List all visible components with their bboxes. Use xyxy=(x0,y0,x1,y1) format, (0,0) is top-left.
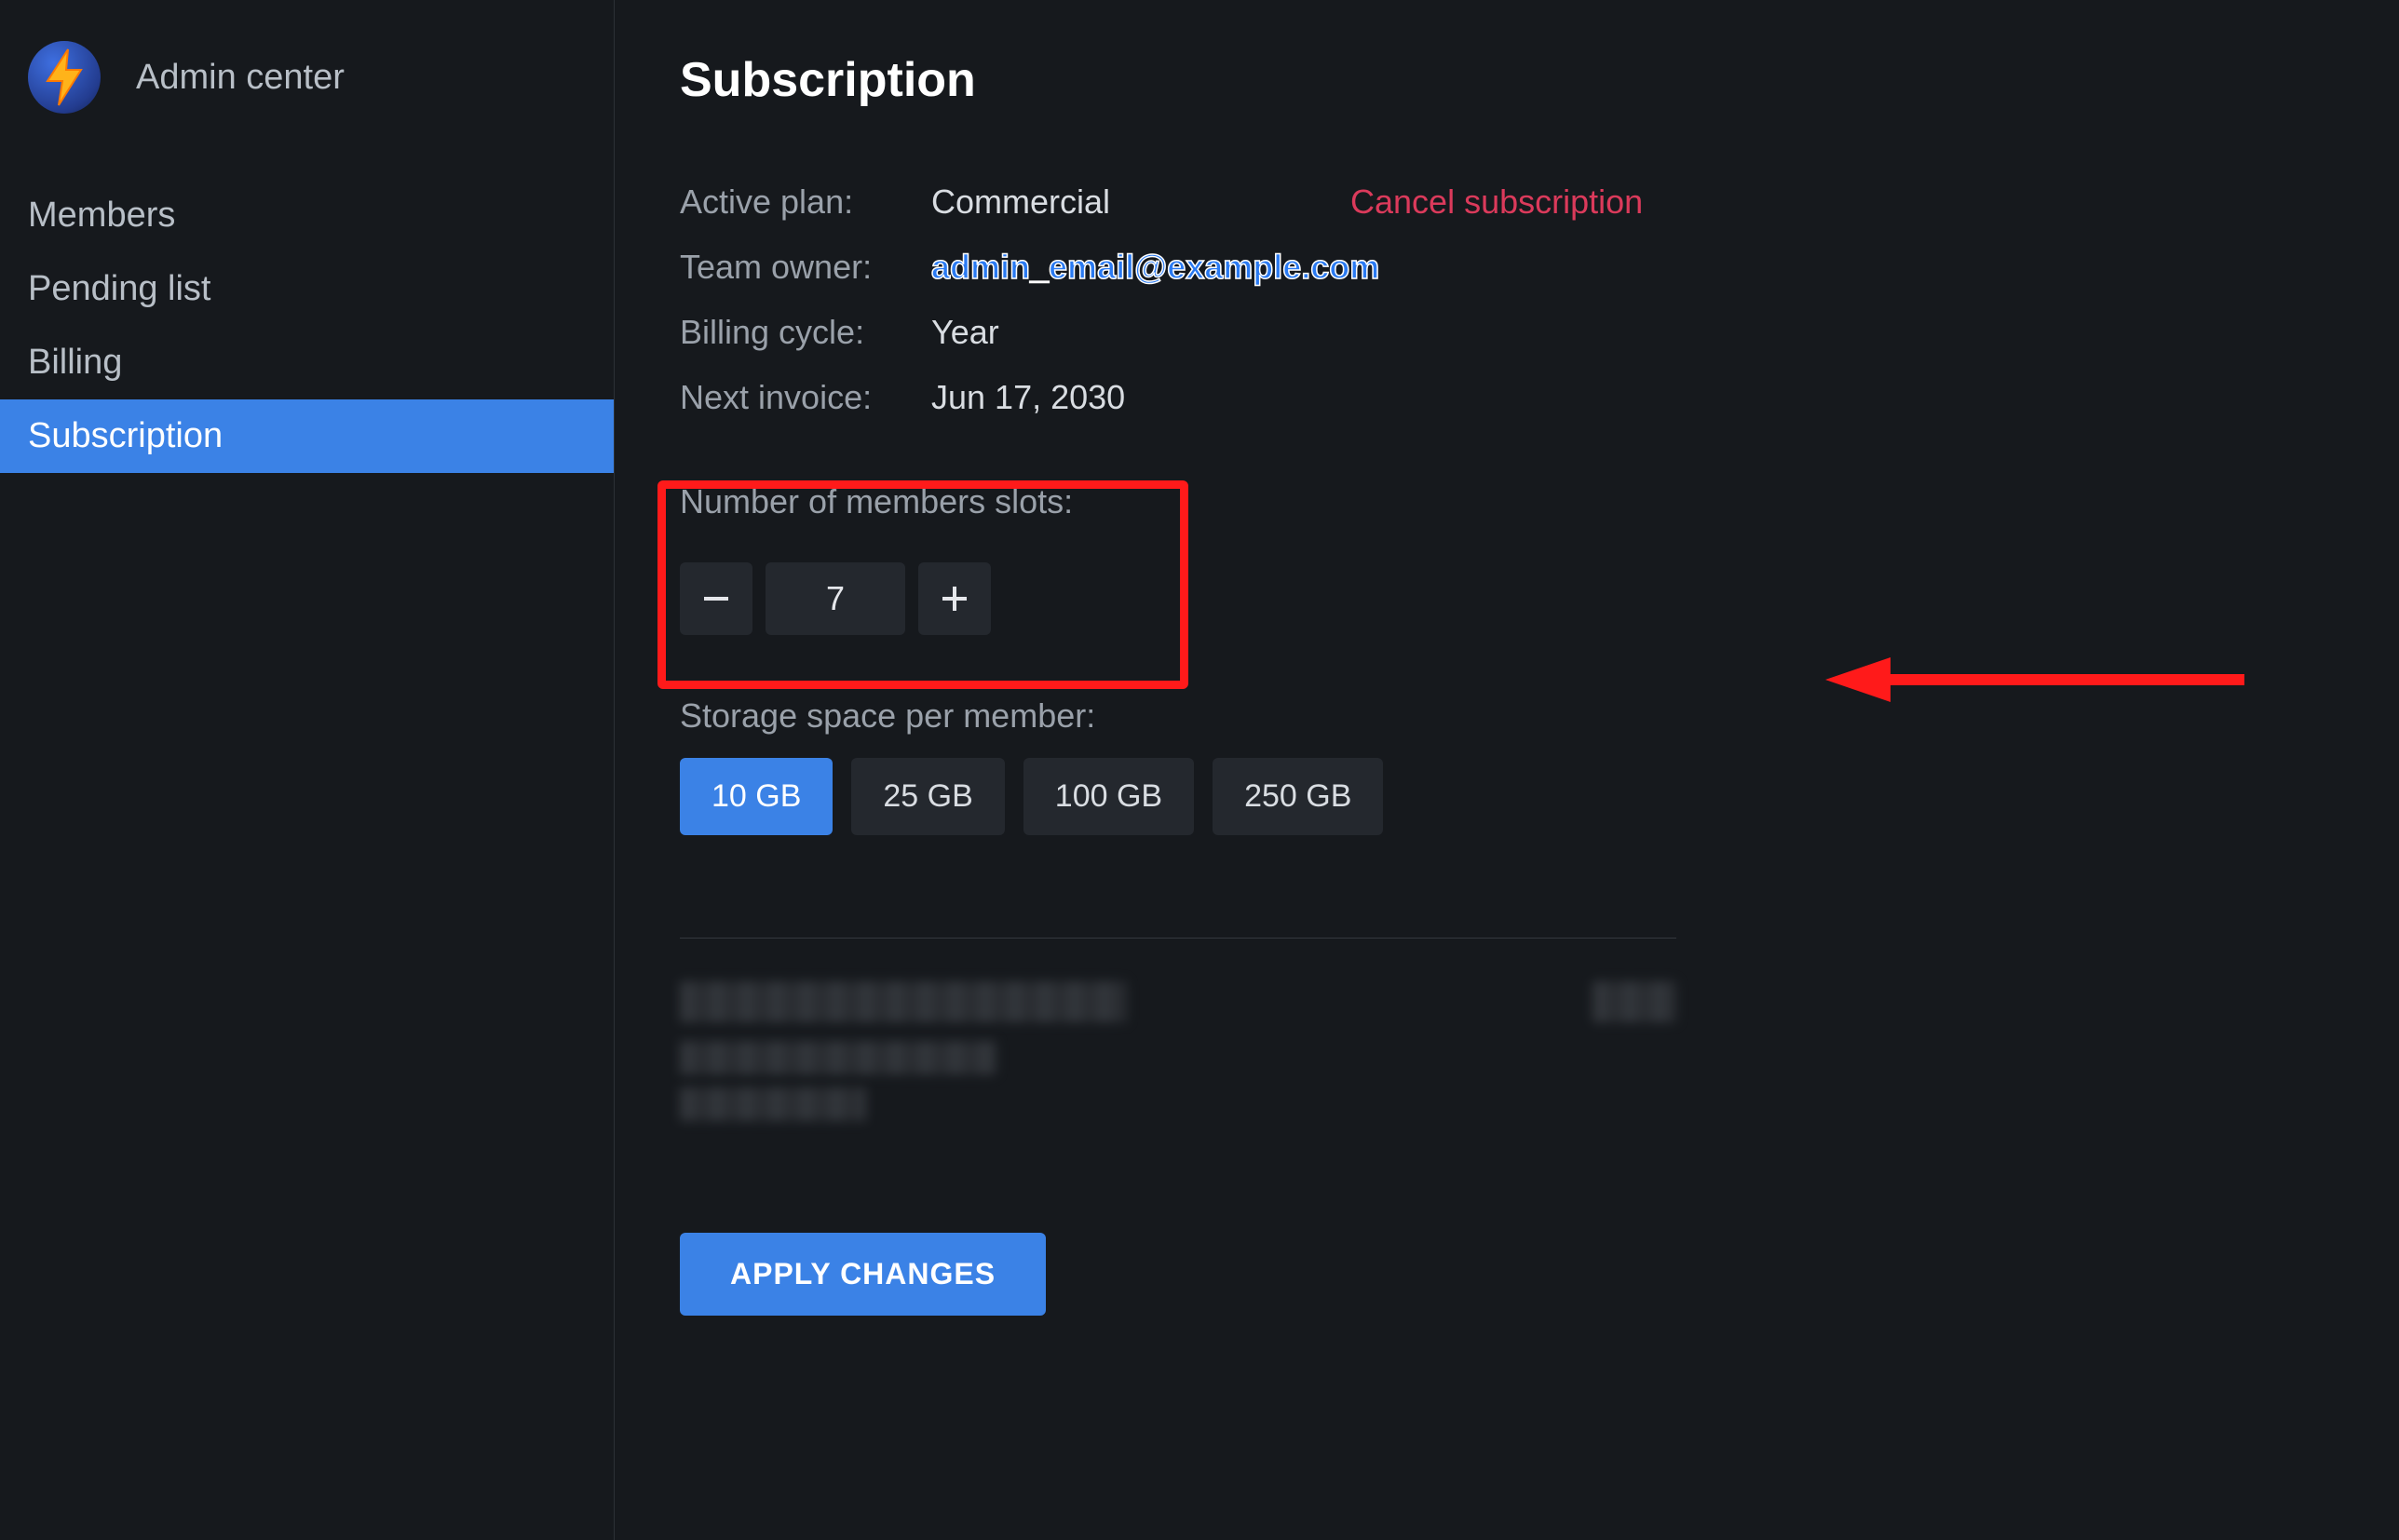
storage-label: Storage space per member: xyxy=(680,696,2334,736)
brand-row: Admin center xyxy=(0,0,614,179)
active-plan-label: Active plan: xyxy=(680,182,922,222)
page-title: Subscription xyxy=(680,52,2334,108)
team-owner-value[interactable]: admin_email@example.com xyxy=(931,248,2334,287)
next-invoice-value: Jun 17, 2030 xyxy=(931,378,2334,417)
billing-cycle-value: Year xyxy=(931,313,2334,352)
brand-title: Admin center xyxy=(136,58,345,98)
storage-option-250gb[interactable]: 250 GB xyxy=(1213,758,1383,835)
main-content: Subscription Active plan: Commercial Tea… xyxy=(615,0,2399,1540)
sidebar-item-members[interactable]: Members xyxy=(0,179,614,252)
team-owner-label: Team owner: xyxy=(680,248,922,287)
sidebar-item-pending-list[interactable]: Pending list xyxy=(0,252,614,326)
storage-option-25gb[interactable]: 25 GB xyxy=(851,758,1004,835)
sidebar-item-billing[interactable]: Billing xyxy=(0,326,614,399)
members-slots-stepper: 7 xyxy=(680,562,2334,635)
storage-option-100gb[interactable]: 100 GB xyxy=(1023,758,1194,835)
plan-info: Active plan: Commercial Team owner: admi… xyxy=(680,182,2334,417)
sidebar-nav: Members Pending list Billing Subscriptio… xyxy=(0,179,614,473)
billing-cycle-label: Billing cycle: xyxy=(680,313,922,352)
cancel-subscription-link[interactable]: Cancel subscription xyxy=(1350,182,1643,222)
apply-changes-button[interactable]: APPLY CHANGES xyxy=(680,1233,1046,1316)
app-logo-icon xyxy=(28,41,101,114)
storage-options: 10 GB 25 GB 100 GB 250 GB xyxy=(680,758,2334,835)
next-invoice-label: Next invoice: xyxy=(680,378,922,417)
sidebar: Admin center Members Pending list Billin… xyxy=(0,0,615,1540)
sidebar-item-subscription[interactable]: Subscription xyxy=(0,399,614,473)
redacted-pricing xyxy=(680,981,1676,1130)
members-slots-value[interactable]: 7 xyxy=(766,562,905,635)
storage-option-10gb[interactable]: 10 GB xyxy=(680,758,833,835)
members-slots-label: Number of members slots: xyxy=(680,482,2334,521)
divider xyxy=(680,938,1676,939)
members-slots-block: 7 xyxy=(680,544,2334,663)
storage-block: Storage space per member: 10 GB 25 GB 10… xyxy=(680,696,2334,835)
increment-button[interactable] xyxy=(918,562,991,635)
minus-icon xyxy=(700,583,732,615)
decrement-button[interactable] xyxy=(680,562,752,635)
plus-icon xyxy=(939,583,970,615)
